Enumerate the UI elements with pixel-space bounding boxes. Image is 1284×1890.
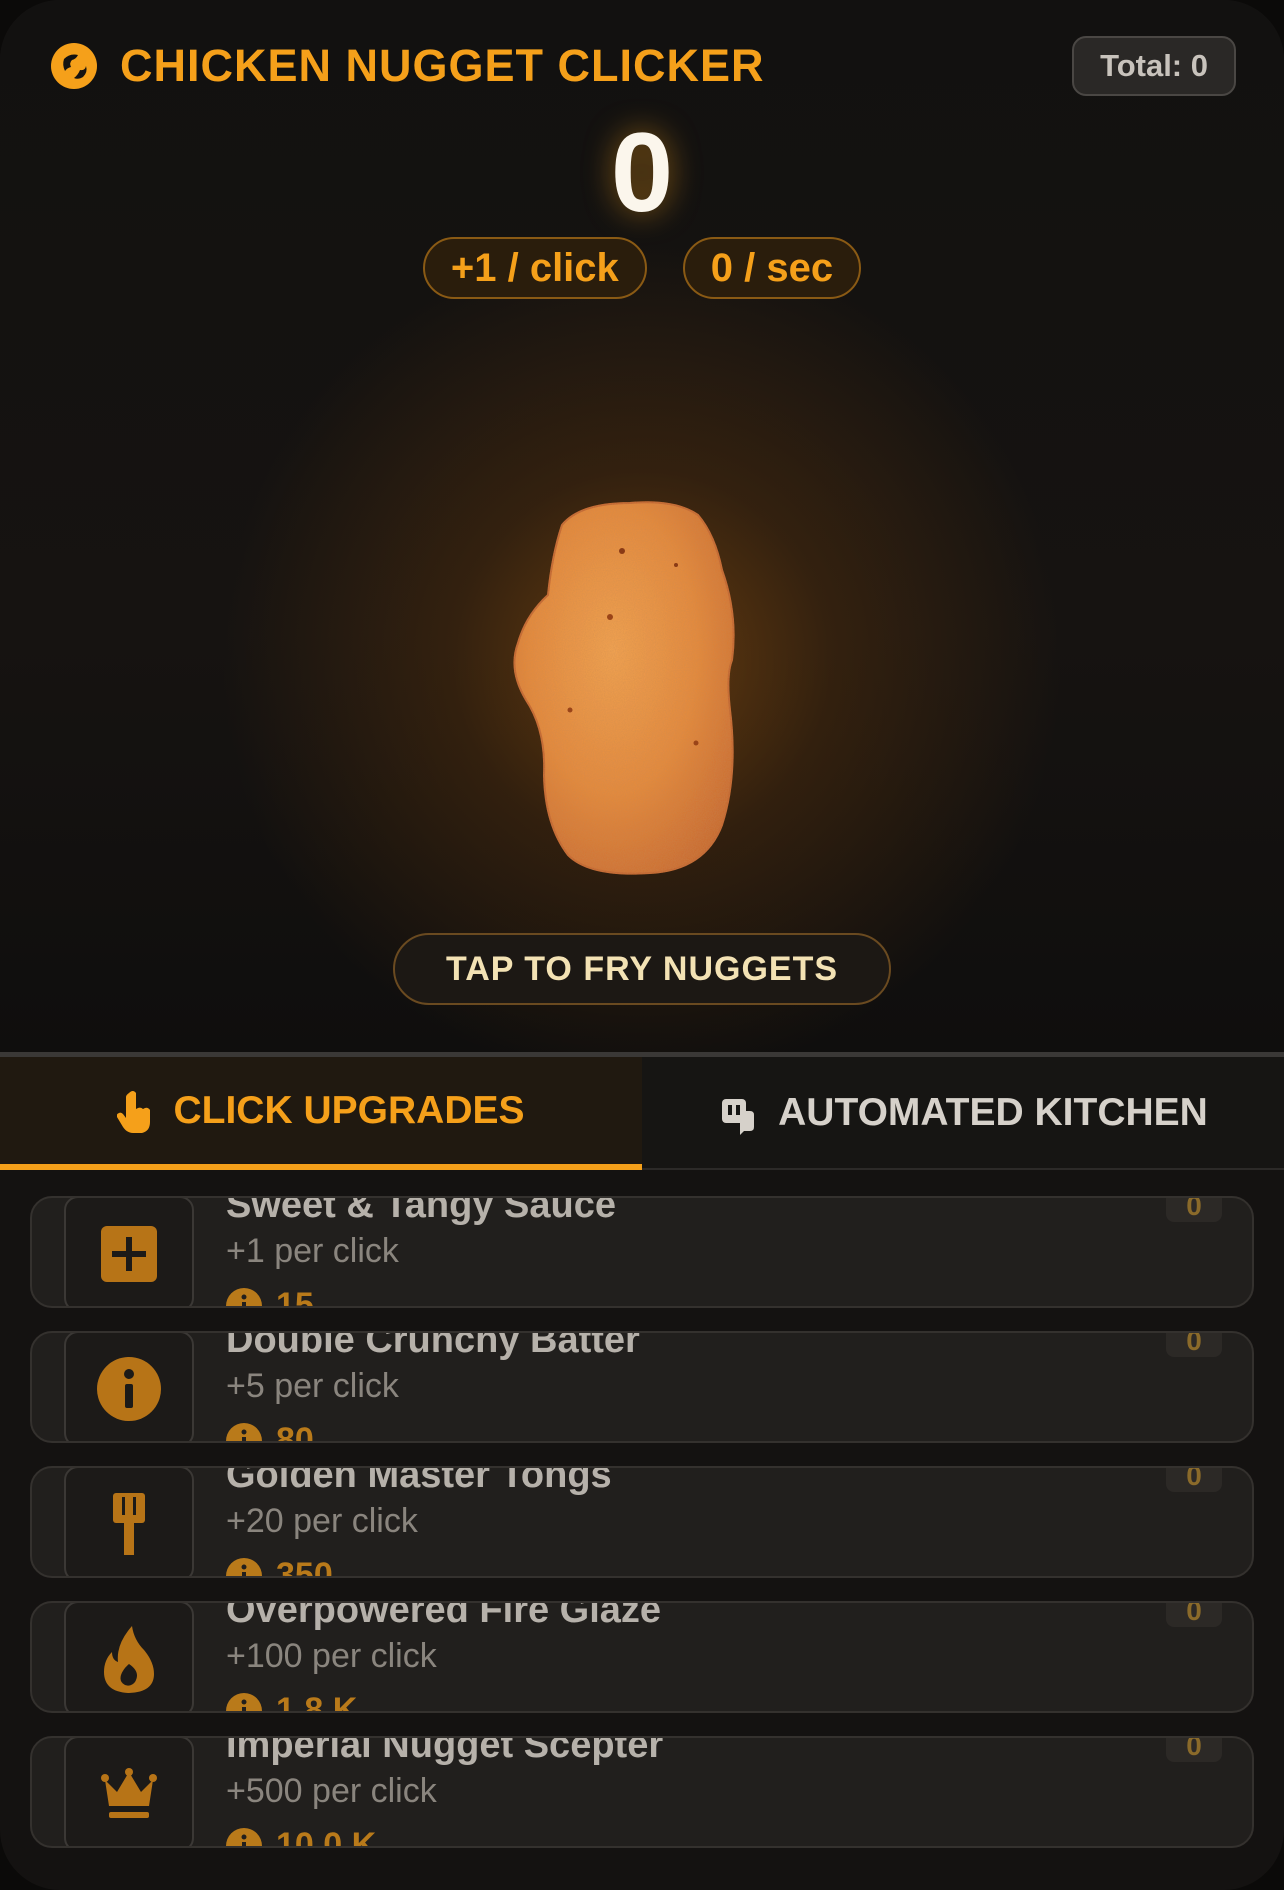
upgrade-cost: 350: [226, 1556, 333, 1578]
rate-row: +1 / click 0 / sec: [0, 237, 1284, 299]
robot-icon: [722, 1098, 755, 1135]
upgrade-cost: 15: [226, 1286, 314, 1308]
tongs-icon: [113, 1493, 145, 1555]
plus-square-icon: [101, 1226, 157, 1282]
upgrade-icon-box: [64, 1738, 194, 1846]
upgrade-owned-count: 0: [1186, 1196, 1202, 1221]
upgrade-cost: 80: [226, 1421, 314, 1443]
flame-icon: [104, 1626, 154, 1693]
upgrade-item-golden-master-tongs[interactable]: Golden Master Tongs +20 per click 350 0: [30, 1466, 1254, 1578]
upgrade-cost-value: 1.8 K: [276, 1691, 358, 1713]
chicken-nugget-button[interactable]: [500, 495, 785, 885]
upgrade-desc: +100 per click: [226, 1637, 437, 1675]
upgrade-cost-value: 350: [276, 1556, 333, 1578]
nugget-counter: 0: [610, 110, 674, 235]
header-area: CHICKEN NUGGET CLICKER Total: 0 0 +1 / c…: [0, 0, 1284, 1056]
upgrade-name: Imperial Nugget Scepter: [226, 1736, 664, 1766]
upgrade-name: Sweet & Tangy Sauce: [226, 1196, 616, 1226]
upgrade-owned-badge: 0: [1166, 1466, 1222, 1492]
nugget-logo-icon: [51, 43, 97, 89]
upgrade-icon-box: [64, 1333, 194, 1441]
upgrade-cost-value: 15: [276, 1286, 314, 1308]
coin-icon: [226, 1557, 262, 1576]
total-label: Total: 0: [1100, 48, 1208, 83]
upgrade-owned-count: 0: [1186, 1331, 1202, 1356]
pointer-hand-icon: [117, 1090, 151, 1133]
upgrade-item-imperial-nugget-scepter[interactable]: Imperial Nugget Scepter +500 per click 1…: [30, 1736, 1254, 1848]
upgrade-item-overpowered-fire-glaze[interactable]: Overpowered Fire Glaze +100 per click 1.…: [30, 1601, 1254, 1713]
upgrade-desc: +5 per click: [226, 1367, 399, 1405]
tap-instruction: TAP TO FRY NUGGETS: [393, 933, 891, 1005]
upgrade-desc: +20 per click: [226, 1502, 418, 1540]
per-click-badge: +1 / click: [422, 237, 647, 299]
coin-icon: [226, 1287, 262, 1306]
coin-icon: [226, 1422, 262, 1441]
upgrade-cost: 10.0 K: [226, 1826, 377, 1848]
coin-icon: [226, 1692, 262, 1711]
upgrade-owned-count: 0: [1186, 1466, 1202, 1491]
upgrade-cost-value: 80: [276, 1421, 314, 1443]
upgrade-cost: 1.8 K: [226, 1691, 358, 1713]
upgrade-desc: +1 per click: [226, 1232, 399, 1270]
tab-click-upgrades[interactable]: CLICK UPGRADES: [0, 1057, 642, 1170]
upgrade-owned-badge: 0: [1166, 1736, 1222, 1762]
game-app: CHICKEN NUGGET CLICKER Total: 0 0 +1 / c…: [0, 0, 1284, 1890]
upgrade-item-sweet-tangy-sauce[interactable]: Sweet & Tangy Sauce +1 per click 15 0: [30, 1196, 1254, 1308]
tab-automated-kitchen-label: AUTOMATED KITCHEN: [778, 1090, 1208, 1134]
upgrade-owned-badge: 0: [1166, 1331, 1222, 1357]
per-sec-label: 0 / sec: [710, 245, 834, 290]
info-circle-icon: [97, 1357, 161, 1421]
upgrade-item-double-crunchy-batter[interactable]: Double Crunchy Batter +5 per click 80 0: [30, 1331, 1254, 1443]
upgrade-name: Golden Master Tongs: [226, 1466, 612, 1496]
upgrade-icon-box: [64, 1603, 194, 1711]
upgrade-owned-count: 0: [1186, 1736, 1202, 1761]
upgrade-name: Double Crunchy Batter: [226, 1331, 640, 1361]
upgrade-cost-value: 10.0 K: [276, 1826, 377, 1848]
coin-icon: [226, 1827, 262, 1846]
upgrade-icon-box: [64, 1468, 194, 1576]
upgrade-icon-box: [64, 1198, 194, 1306]
per-click-label: +1 / click: [450, 245, 619, 290]
tab-automated-kitchen[interactable]: AUTOMATED KITCHEN: [642, 1057, 1284, 1170]
total-badge: Total: 0: [1072, 36, 1236, 96]
per-sec-badge: 0 / sec: [682, 237, 862, 299]
app-title: CHICKEN NUGGET CLICKER: [120, 40, 765, 91]
upgrade-tabs: CLICK UPGRADES AUTOMATED KITCHEN: [0, 1052, 1284, 1170]
tab-click-upgrades-label: CLICK UPGRADES: [173, 1088, 525, 1132]
upgrade-owned-count: 0: [1186, 1601, 1202, 1626]
crown-icon: [101, 1768, 157, 1818]
upgrade-desc: +500 per click: [226, 1772, 437, 1810]
upgrade-list: Sweet & Tangy Sauce +1 per click 15 0 Do…: [30, 1196, 1254, 1871]
upgrade-owned-badge: 0: [1166, 1196, 1222, 1222]
upgrade-name: Overpowered Fire Glaze: [226, 1601, 662, 1631]
title-row: CHICKEN NUGGET CLICKER: [50, 40, 765, 92]
upgrade-owned-badge: 0: [1166, 1601, 1222, 1627]
tap-instruction-text: TAP TO FRY NUGGETS: [445, 949, 839, 988]
